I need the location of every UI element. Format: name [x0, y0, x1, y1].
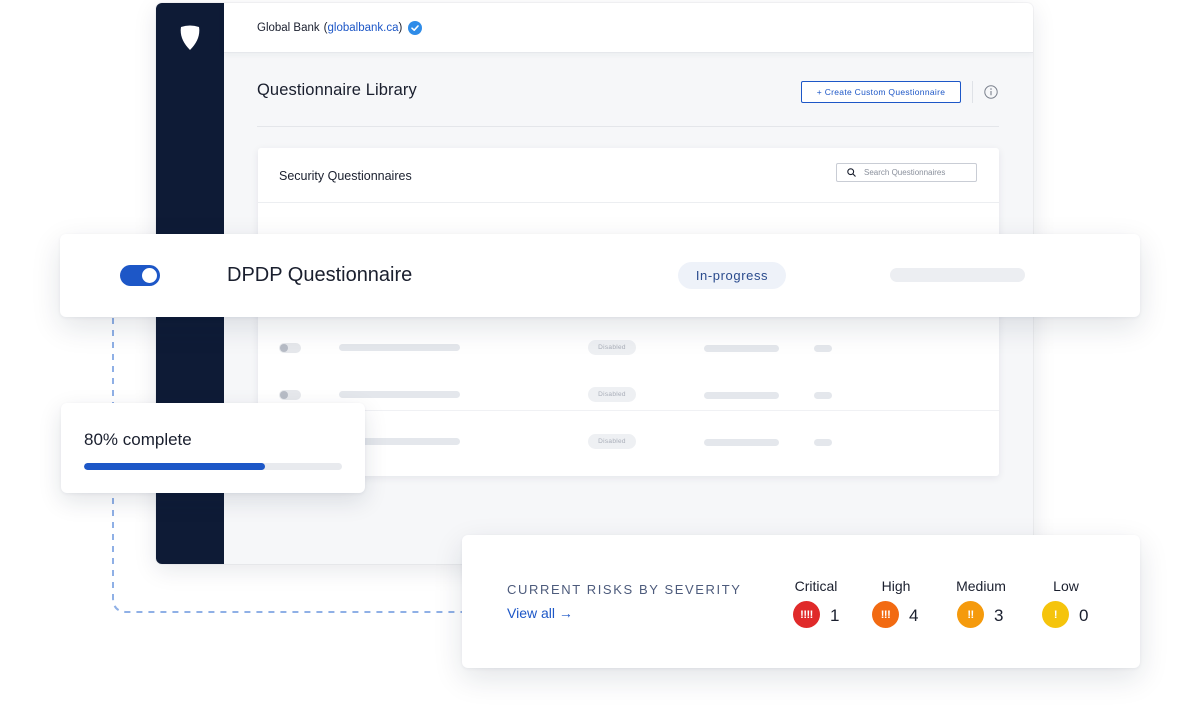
progress-label: 80% complete: [84, 430, 192, 449]
panel-title: Security Questionnaires: [279, 169, 412, 183]
questionnaire-toggle[interactable]: [120, 265, 160, 286]
panel-header-divider: [258, 202, 999, 203]
row-toggle[interactable]: [279, 343, 301, 353]
row-name-placeholder: [339, 344, 460, 351]
status-badge: Disabled: [588, 340, 636, 355]
row-name-placeholder: [339, 391, 460, 398]
questionnaire-name: DPDP Questionnaire: [227, 264, 413, 286]
severity-label: Critical: [794, 578, 838, 594]
progress-card: 80% complete: [61, 403, 365, 493]
table-row[interactable]: Disabled: [258, 340, 999, 411]
info-icon[interactable]: [984, 85, 998, 99]
row-action-placeholder: [814, 345, 832, 352]
top-bar: Global Bank ( globalbank.ca ): [224, 3, 1033, 53]
severity-label: Medium: [956, 578, 1006, 594]
severity-count: 0: [1079, 606, 1089, 625]
severity-label: Low: [1053, 578, 1079, 594]
critical-alert-icon: !!!!: [793, 601, 820, 628]
view-all-link[interactable]: View all →: [507, 605, 573, 621]
search-icon: [847, 168, 856, 177]
row-action-placeholder: [814, 392, 832, 399]
search-placeholder: Search Questionnaires: [864, 168, 946, 177]
risk-summary-title: CURRENT RISKS BY SEVERITY: [507, 582, 742, 597]
row-meta-placeholder: [704, 439, 779, 446]
title-divider: [257, 126, 999, 127]
high-alert-icon: !!!: [872, 601, 899, 628]
status-badge: Disabled: [588, 434, 636, 449]
status-badge: In-progress: [678, 262, 786, 289]
status-badge: Disabled: [588, 387, 636, 402]
severity-high[interactable]: High !!! 4: [851, 578, 941, 638]
row-action-placeholder: [814, 439, 832, 446]
shield-logo-icon: [180, 25, 200, 50]
org-name: Global Bank: [257, 21, 320, 34]
medium-alert-icon: !!: [957, 601, 984, 628]
create-custom-questionnaire-button[interactable]: + Create Custom Questionnaire: [801, 81, 961, 103]
row-meta-placeholder: [890, 268, 1025, 282]
row-toggle[interactable]: [279, 390, 301, 400]
severity-medium[interactable]: Medium !! 3: [936, 578, 1026, 638]
search-input[interactable]: Search Questionnaires: [836, 163, 977, 182]
row-meta-placeholder: [704, 392, 779, 399]
severity-count: 3: [994, 606, 1004, 625]
page-title: Questionnaire Library: [257, 81, 417, 99]
severity-count: 1: [830, 606, 840, 625]
severity-label: High: [881, 578, 911, 594]
severity-critical[interactable]: Critical !!!! 1: [771, 578, 861, 638]
table-row[interactable]: Disabled: [258, 387, 999, 436]
low-alert-icon: !: [1042, 601, 1069, 628]
progress-track: [84, 463, 342, 470]
header-divider: [972, 81, 973, 103]
severity-low[interactable]: Low ! 0: [1021, 578, 1111, 638]
row-meta-placeholder: [704, 345, 779, 352]
table-row[interactable]: Disabled: [258, 434, 999, 483]
progress-fill: [84, 463, 265, 470]
domain-close-paren: ): [398, 21, 403, 34]
severity-count: 4: [909, 606, 919, 625]
featured-questionnaire-card[interactable]: DPDP Questionnaire In-progress: [60, 234, 1140, 317]
verified-check-icon: [408, 20, 423, 35]
org-domain-link[interactable]: globalbank.ca: [328, 22, 399, 34]
risk-summary-card: CURRENT RISKS BY SEVERITY View all → Cri…: [462, 535, 1140, 668]
toggle-knob: [142, 268, 157, 283]
